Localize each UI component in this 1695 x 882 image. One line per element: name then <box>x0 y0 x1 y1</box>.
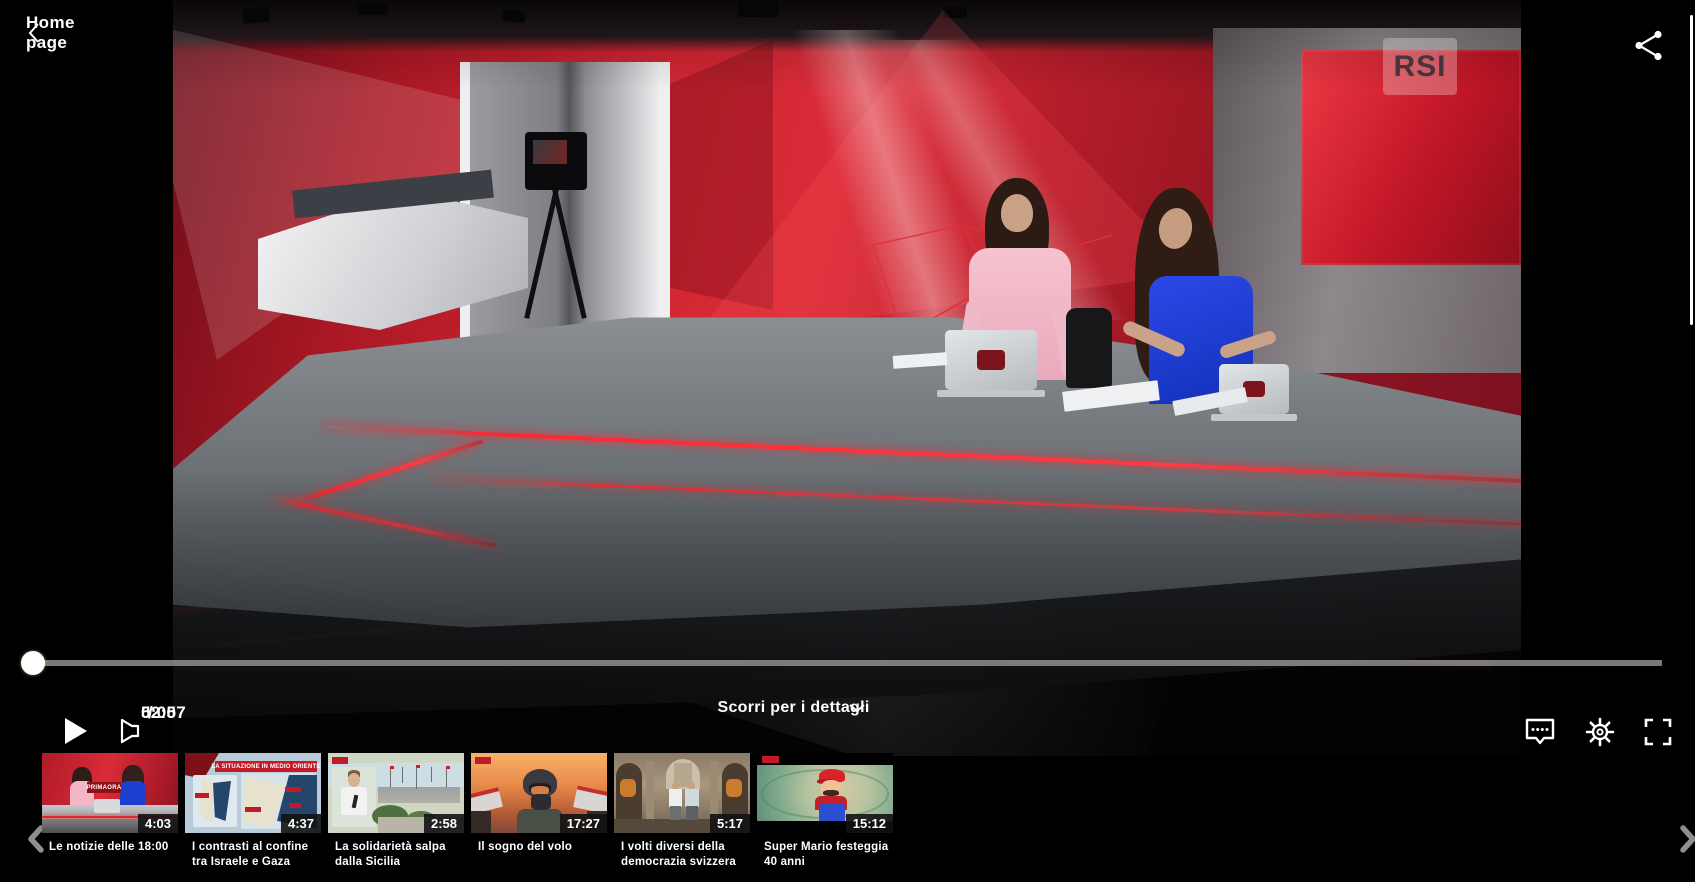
chevron-down-icon <box>848 703 866 713</box>
back-button-label: Home page <box>26 13 75 53</box>
presenter-1-face <box>1001 194 1033 232</box>
thumbnail-title: Le notizie delle 18:00 <box>42 840 178 855</box>
total-duration: 52:57 <box>141 703 186 723</box>
thumbnail-image[interactable]: 17:27 <box>471 753 607 833</box>
scrollbar-thumb[interactable] <box>1690 15 1693 325</box>
thumbnail-image[interactable]: PRIMAORA 4:03 <box>42 753 178 833</box>
duration-badge: 2:58 <box>424 814 464 833</box>
video-frame[interactable]: RSI <box>173 0 1521 756</box>
studio-camera <box>525 132 587 190</box>
thumbnail-image[interactable]: 2:58 <box>328 753 464 833</box>
channel-badge <box>762 756 779 763</box>
thumbnail-title: I volti diversi della democrazia svizzer… <box>614 840 750 870</box>
thumbnail-title: Super Mario festeggia 40 anni <box>757 840 893 870</box>
duration-badge: 4:37 <box>281 814 321 833</box>
gear-icon <box>1582 714 1618 750</box>
play-button[interactable] <box>38 695 74 731</box>
share-button[interactable] <box>1626 22 1670 66</box>
studio-chair <box>1066 308 1112 388</box>
thumbnail-image[interactable]: 15:12 <box>757 753 893 833</box>
fullscreen-icon <box>1640 714 1676 750</box>
program-badge: PRIMAORA <box>87 782 121 793</box>
settings-button[interactable] <box>1564 696 1600 732</box>
thumbnail-image[interactable]: 5:17 <box>614 753 750 833</box>
play-icon <box>56 713 92 749</box>
thumbnail-title: Il sogno del volo <box>471 840 607 855</box>
thumbnail-title: La solidarietà salpa dalla Sicilia <box>328 840 464 870</box>
video-player-page: RSI Home page 0:00 / <box>0 0 1695 882</box>
channel-badge <box>475 757 491 764</box>
duration-badge: 5:17 <box>710 814 750 833</box>
progress-track[interactable] <box>33 660 1662 666</box>
progress-handle[interactable] <box>21 651 45 675</box>
rsi-watermark-text: RSI <box>1393 50 1446 84</box>
chevron-right-icon <box>1675 823 1695 855</box>
carousel-prev-button[interactable] <box>8 806 38 840</box>
duration-badge: 17:27 <box>560 814 607 833</box>
progress-bar[interactable] <box>0 648 1695 678</box>
subtitles-icon <box>1522 714 1558 750</box>
duration-badge: 4:03 <box>138 814 178 833</box>
laptop-1 <box>945 330 1037 390</box>
carousel-next-button[interactable] <box>1660 806 1690 840</box>
channel-badge <box>332 757 348 764</box>
rsi-watermark: RSI <box>1383 38 1457 95</box>
thumbnail-title: I contrasti al confine tra Israele e Gaz… <box>185 840 321 870</box>
map-title-bar: LA SITUAZIONE IN MEDIO ORIENTE <box>215 761 317 772</box>
thumbnail-image[interactable]: LA SITUAZIONE IN MEDIO ORIENTE 4:37 <box>185 753 321 833</box>
studio-pillar <box>460 62 670 342</box>
share-icon <box>1630 26 1666 62</box>
fullscreen-button[interactable] <box>1622 696 1658 732</box>
duration-badge: 15:12 <box>846 814 893 833</box>
volume-button[interactable] <box>96 695 132 731</box>
subtitles-button[interactable] <box>1504 696 1540 732</box>
